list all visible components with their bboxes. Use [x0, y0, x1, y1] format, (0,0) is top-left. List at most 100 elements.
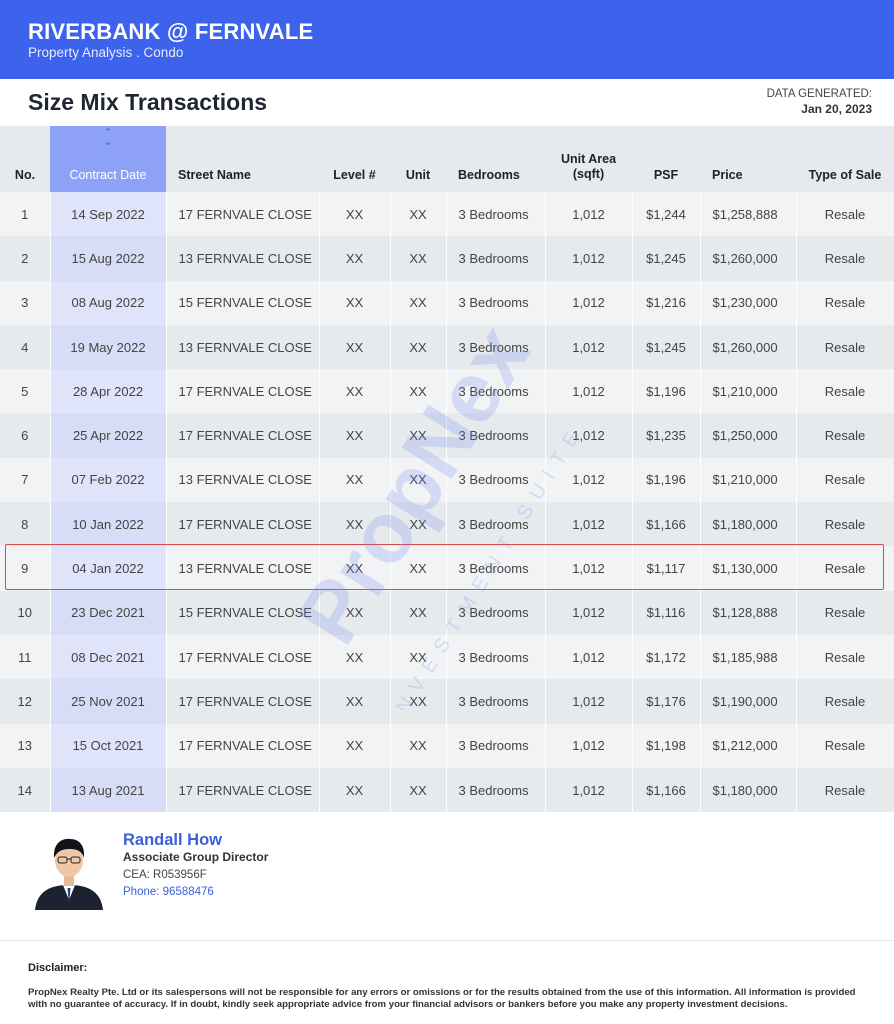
cell-psf: $1,216 — [632, 280, 701, 325]
column-header-psf[interactable]: PSF — [632, 126, 700, 192]
cell-contract-date: 28 Apr 2022 — [50, 369, 167, 414]
project-title: RIVERBANK @ FERNVALE — [28, 19, 314, 44]
cell-price: $1,210,000 — [700, 369, 797, 414]
table-row[interactable]: 12 25 Nov 2021 17 FERNVALE CLOSE XX XX 3 Bedr… — [0, 679, 894, 724]
cell-price: $1,230,000 — [700, 280, 797, 325]
column-header-unit-area[interactable]: Unit Area (sqft) — [545, 126, 632, 192]
cell-bedrooms: 3 Bedrooms — [446, 457, 546, 503]
cell-contract-date: 15 Oct 2021 — [50, 723, 167, 768]
table-row[interactable]: 7 07 Feb 2022 13 FERNVALE CLOSE XX XX 3 Bedro… — [0, 457, 894, 503]
table-row[interactable]: 10 23 Dec 2021 15 FERNVALE CLOSE XX XX 3 Bedr… — [0, 590, 894, 635]
column-header-price[interactable]: Price — [700, 126, 796, 192]
cell-psf: $1,196 — [632, 457, 701, 503]
cell-contract-date: 08 Aug 2022 — [50, 280, 167, 325]
cell-psf: $1,244 — [632, 192, 701, 237]
cell-level: XX — [319, 767, 391, 813]
table-row[interactable]: 8 10 Jan 2022 17 FERNVALE CLOSE XX XX 3 Bedro… — [0, 502, 894, 547]
cell-price: $1,185,988 — [700, 634, 797, 680]
cell-level: XX — [319, 723, 391, 768]
cell-type-of-sale: Resale — [796, 679, 894, 724]
cell-contract-date: 10 Jan 2022 — [50, 502, 167, 547]
cell-unit-area: 1,012 — [545, 369, 633, 414]
table-row[interactable]: 6 25 Apr 2022 17 FERNVALE CLOSE XX XX 3 Bedro… — [0, 413, 894, 458]
sort-chevrons-icon[interactable]: ⌃ ⌄ — [50, 128, 166, 148]
cell-unit: XX — [390, 413, 447, 458]
cell-level: XX — [319, 502, 391, 547]
cell-row-number: 13 — [0, 723, 51, 768]
cell-type-of-sale: Resale — [796, 590, 894, 635]
agent-name: Randall How — [123, 831, 223, 849]
cell-type-of-sale: Resale — [796, 634, 894, 680]
cell-row-number: 8 — [0, 502, 51, 547]
table-row[interactable]: 2 15 Aug 2022 13 FERNVALE CLOSE XX XX 3 Bedro… — [0, 236, 894, 281]
cell-type-of-sale: Resale — [796, 723, 894, 768]
cell-bedrooms: 3 Bedrooms — [446, 590, 546, 635]
cell-price: $1,180,000 — [700, 502, 797, 547]
table-row[interactable]: 1 14 Sep 2022 17 FERNVALE CLOSE XX XX 3 Bedro… — [0, 192, 894, 237]
cell-unit-area: 1,012 — [545, 634, 633, 680]
cell-unit: XX — [390, 280, 447, 325]
cell-level: XX — [319, 236, 391, 281]
column-header-level[interactable]: Level # — [319, 126, 390, 192]
cell-unit: XX — [390, 679, 447, 724]
column-header-no[interactable]: No. — [0, 126, 50, 192]
cell-level: XX — [319, 457, 391, 503]
table-row[interactable]: 13 15 Oct 2021 17 FERNVALE CLOSE XX XX 3 Bedr… — [0, 723, 894, 768]
cell-unit-area: 1,012 — [545, 590, 633, 635]
cell-unit-area: 1,012 — [545, 413, 633, 458]
column-header-bedrooms[interactable]: Bedrooms — [446, 126, 545, 192]
cell-bedrooms: 3 Bedrooms — [446, 723, 546, 768]
cell-price: $1,260,000 — [700, 324, 797, 370]
cell-street-name: 17 FERNVALE CLOSE — [166, 767, 320, 813]
cell-type-of-sale: Resale — [796, 192, 894, 237]
cell-row-number: 2 — [0, 236, 51, 281]
agent-phone[interactable]: Phone: 96588476 — [123, 886, 214, 898]
cell-level: XX — [319, 546, 391, 591]
column-header-street-name[interactable]: Street Name — [166, 126, 319, 192]
cell-street-name: 15 FERNVALE CLOSE — [166, 280, 320, 325]
report-header: RIVERBANK @ FERNVALE Property Analysis .… — [0, 0, 894, 79]
cell-unit-area: 1,012 — [545, 679, 633, 724]
cell-price: $1,180,000 — [700, 767, 797, 813]
cell-unit-area: 1,012 — [545, 457, 633, 503]
agent-phone-number[interactable]: 96588476 — [163, 886, 214, 898]
cell-price: $1,250,000 — [700, 413, 797, 458]
cell-unit: XX — [390, 502, 447, 547]
cell-contract-date: 13 Aug 2021 — [50, 767, 167, 813]
cell-street-name: 17 FERNVALE CLOSE — [166, 723, 320, 768]
cell-unit: XX — [390, 324, 447, 370]
cell-psf: $1,196 — [632, 369, 701, 414]
cell-psf: $1,245 — [632, 236, 701, 281]
column-header-type-of-sale[interactable]: Type of Sale — [796, 126, 894, 192]
cell-street-name: 13 FERNVALE CLOSE — [166, 457, 320, 503]
cell-unit: XX — [390, 723, 447, 768]
cell-contract-date: 04 Jan 2022 — [50, 546, 167, 591]
table-row[interactable]: 14 13 Aug 2021 17 FERNVALE CLOSE XX XX 3 Bedr… — [0, 767, 894, 813]
cell-bedrooms: 3 Bedrooms — [446, 280, 546, 325]
disclaimer-text: PropNex Realty Pte. Ltd or its salespers… — [28, 987, 856, 1010]
cell-psf: $1,116 — [632, 590, 701, 635]
cell-price: $1,128,888 — [700, 590, 797, 635]
cell-row-number: 6 — [0, 413, 51, 458]
data-generated-date: Jan 20, 2023 — [801, 102, 872, 116]
table-row[interactable]: 4 19 May 2022 13 FERNVALE CLOSE XX XX 3 Bedro… — [0, 324, 894, 370]
table-row[interactable]: 9 04 Jan 2022 13 FERNVALE CLOSE XX XX 3 Bedro… — [0, 546, 894, 591]
cell-unit: XX — [390, 369, 447, 414]
cell-row-number: 7 — [0, 457, 51, 503]
cell-street-name: 17 FERNVALE CLOSE — [166, 369, 320, 414]
cell-level: XX — [319, 324, 391, 370]
cell-psf: $1,245 — [632, 324, 701, 370]
cell-price: $1,130,000 — [700, 546, 797, 591]
column-header-contract-date[interactable]: ⌃ ⌄ Contract Date — [50, 126, 166, 192]
cell-level: XX — [319, 634, 391, 680]
cell-street-name: 13 FERNVALE CLOSE — [166, 546, 320, 591]
cell-contract-date: 23 Dec 2021 — [50, 590, 167, 635]
cell-row-number: 3 — [0, 280, 51, 325]
column-header-unit[interactable]: Unit — [390, 126, 446, 192]
cell-price: $1,210,000 — [700, 457, 797, 503]
agent-card: Randall How Associate Group Director CEA… — [0, 812, 894, 940]
table-row[interactable]: 11 08 Dec 2021 17 FERNVALE CLOSE XX XX 3 Bedr… — [0, 634, 894, 680]
cell-level: XX — [319, 679, 391, 724]
table-row[interactable]: 5 28 Apr 2022 17 FERNVALE CLOSE XX XX 3 Bedro… — [0, 369, 894, 414]
table-row[interactable]: 3 08 Aug 2022 15 FERNVALE CLOSE XX XX 3 Bedro… — [0, 280, 894, 325]
